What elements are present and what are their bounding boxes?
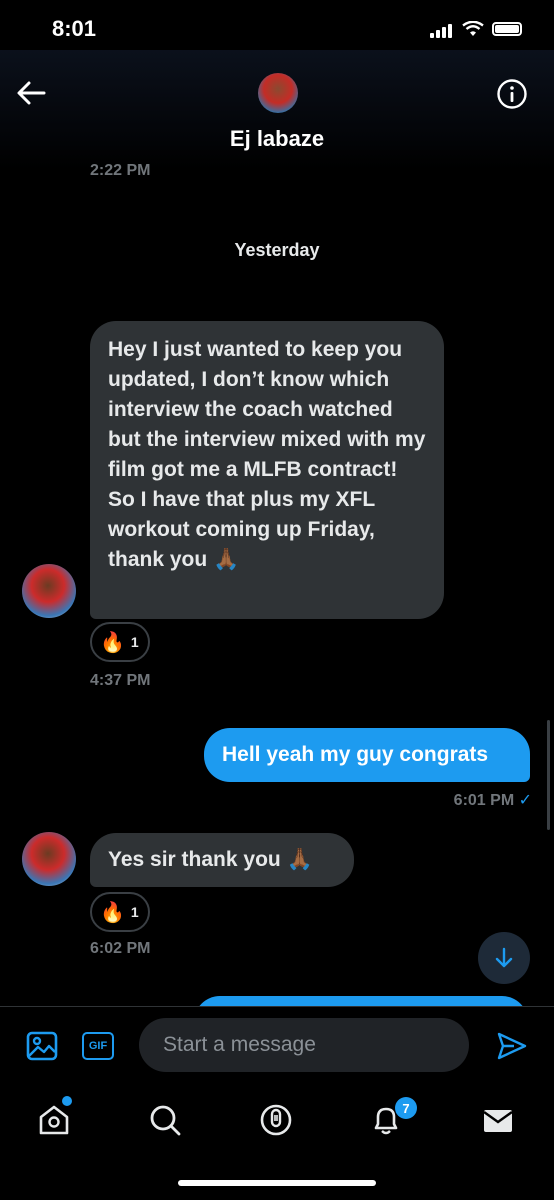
incoming-message-bubble[interactable]: Yes sir thank you 🙏🏾 xyxy=(90,833,354,887)
message-input[interactable] xyxy=(139,1018,469,1072)
conversation-name[interactable]: Ej labaze xyxy=(0,126,554,152)
tab-search[interactable] xyxy=(145,1100,185,1140)
sender-avatar[interactable] xyxy=(22,564,76,618)
sender-avatar[interactable] xyxy=(22,832,76,886)
status-icons xyxy=(430,20,522,38)
scrollbar[interactable] xyxy=(547,720,550,830)
message-timestamp: 6:02 PM xyxy=(90,940,151,957)
incoming-message-bubble[interactable]: Hey I just wanted to keep you updated, I… xyxy=(90,321,444,619)
battery-icon xyxy=(492,22,522,36)
send-icon[interactable] xyxy=(496,1030,528,1062)
sent-check-icon: ✓ xyxy=(518,792,532,809)
status-time: 8:01 xyxy=(52,16,97,41)
outgoing-message-bubble[interactable]: Hell yeah my guy congrats xyxy=(204,728,530,782)
gif-button[interactable]: GIF xyxy=(82,1032,114,1060)
home-new-dot xyxy=(62,1096,72,1106)
home-indicator xyxy=(178,1180,376,1186)
search-icon xyxy=(150,1105,181,1136)
notifications-badge: 7 xyxy=(395,1097,417,1119)
signal-icon xyxy=(430,20,454,38)
home-icon xyxy=(39,1105,69,1135)
message-timestamp: 2:22 PM xyxy=(90,162,151,179)
tab-home[interactable] xyxy=(34,1100,74,1140)
reaction-pill[interactable]: 🔥 1 xyxy=(90,622,150,662)
message-timestamp-row: 6:01 PM ✓ xyxy=(454,790,532,810)
back-arrow-icon[interactable] xyxy=(14,78,48,108)
spaces-microphone-icon xyxy=(260,1104,292,1136)
tab-messages[interactable] xyxy=(478,1100,518,1140)
scroll-to-bottom-button[interactable] xyxy=(478,932,530,984)
reaction-count: 1 xyxy=(130,904,139,920)
reaction-count: 1 xyxy=(130,634,139,650)
reaction-pill[interactable]: 🔥 1 xyxy=(90,892,150,932)
wifi-icon xyxy=(462,21,484,36)
message-timestamp: 4:37 PM xyxy=(90,672,151,689)
day-separator: Yesterday xyxy=(234,240,320,260)
fire-emoji-icon: 🔥 xyxy=(100,631,125,654)
mail-icon xyxy=(483,1110,513,1132)
conversation-avatar[interactable] xyxy=(258,73,298,113)
fire-emoji-icon: 🔥 xyxy=(100,901,125,924)
arrow-down-icon xyxy=(495,947,513,968)
tab-spaces[interactable] xyxy=(256,1100,296,1140)
message-timestamp: 6:01 PM xyxy=(453,792,515,809)
info-icon[interactable] xyxy=(496,78,528,110)
image-icon[interactable] xyxy=(26,1030,58,1062)
